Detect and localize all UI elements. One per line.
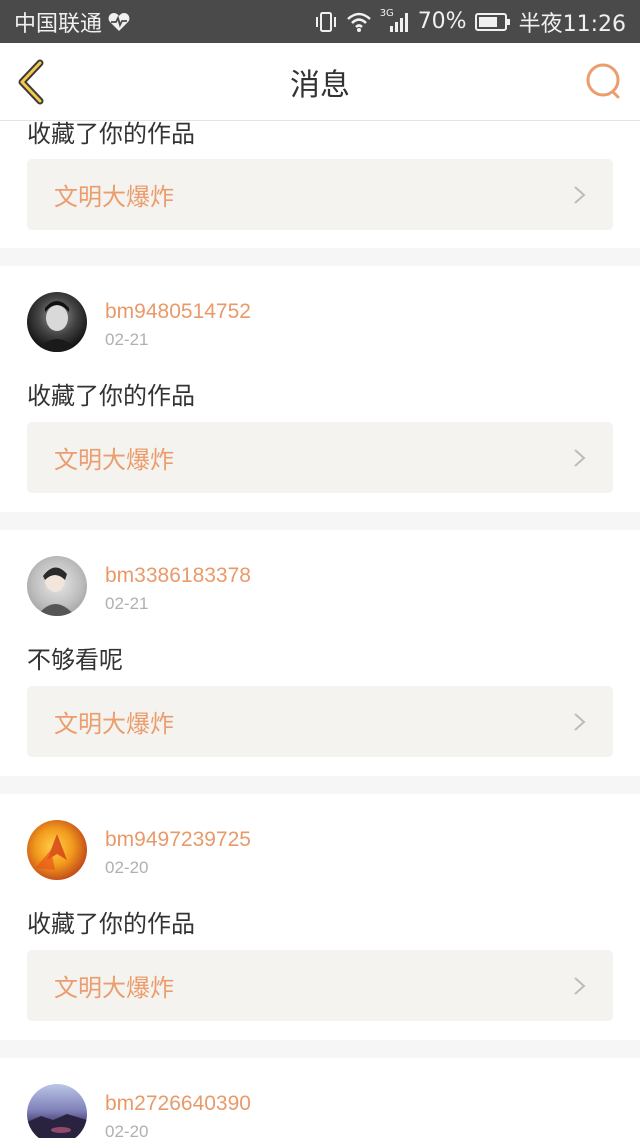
- carrier-label: 中国联通: [14, 11, 103, 37]
- heart-monitor-icon: [108, 12, 130, 31]
- status-bar: 中国联通 3G 70% 半夜11:26: [0, 0, 640, 43]
- username[interactable]: bm2726640390: [105, 1092, 251, 1116]
- avatar[interactable]: [27, 1084, 87, 1138]
- list-item: bm9497239725 02-20 收藏了你的作品 文明大爆炸: [0, 794, 640, 1040]
- list-item: bm3386183378 02-21 不够看呢 文明大爆炸: [0, 530, 640, 776]
- chevron-right-icon: [574, 713, 586, 731]
- work-link[interactable]: 文明大爆炸: [27, 686, 613, 757]
- signal-indicator: 3G: [380, 8, 410, 33]
- chevron-right-icon: [574, 977, 586, 995]
- search-icon: [586, 63, 620, 99]
- clock: 半夜11:26: [518, 11, 626, 37]
- avatar[interactable]: [27, 820, 87, 880]
- username[interactable]: bm9497239725: [105, 828, 251, 852]
- chevron-right-icon: [574, 449, 586, 467]
- work-link[interactable]: 文明大爆炸: [27, 422, 613, 493]
- avatar-image: [35, 834, 67, 870]
- list-item: bm2726640390 02-20: [0, 1058, 640, 1138]
- timestamp: 02-21: [105, 330, 149, 349]
- timestamp: 02-20: [105, 1122, 149, 1138]
- message-text: 收藏了你的作品: [27, 910, 195, 938]
- list-item: bm9480514752 02-21 收藏了你的作品 文明大爆炸: [0, 266, 640, 512]
- message-text: 不够看呢: [27, 646, 123, 674]
- timestamp: 02-21: [105, 594, 149, 613]
- wifi-icon: [346, 12, 371, 32]
- message-text: 收藏了你的作品: [27, 121, 195, 148]
- avatar[interactable]: [27, 556, 87, 616]
- username[interactable]: bm9480514752: [105, 300, 251, 324]
- status-bar-right: 3G 70% 半夜11:26: [314, 6, 626, 38]
- signal-icon: [389, 12, 408, 32]
- work-title: 文明大爆炸: [54, 446, 174, 474]
- chevron-right-icon: [574, 186, 586, 204]
- work-title: 文明大爆炸: [54, 974, 174, 1002]
- header-bar: 消息: [0, 43, 640, 121]
- avatar-image: [27, 1114, 87, 1138]
- avatar-image: [35, 301, 79, 352]
- search-button[interactable]: [584, 61, 624, 101]
- work-title: 文明大爆炸: [54, 183, 174, 211]
- message-text: 收藏了你的作品: [27, 382, 195, 410]
- status-bar-left: 中国联通: [14, 6, 130, 38]
- timestamp: 02-20: [105, 858, 149, 877]
- list-item: 收藏了你的作品 文明大爆炸: [0, 121, 640, 248]
- battery-percent: 70%: [417, 9, 467, 34]
- back-button[interactable]: [14, 57, 60, 107]
- vibrate-icon: [315, 11, 336, 32]
- avatar[interactable]: [27, 292, 87, 352]
- chevron-left-icon: [18, 59, 44, 105]
- work-title: 文明大爆炸: [54, 710, 174, 738]
- username[interactable]: bm3386183378: [105, 564, 251, 588]
- message-list[interactable]: 收藏了你的作品 文明大爆炸 bm9480514752 02-21 收藏了你的作品…: [0, 121, 640, 1138]
- work-link[interactable]: 文明大爆炸: [27, 950, 613, 1021]
- battery-icon: [474, 12, 510, 31]
- work-link[interactable]: 文明大爆炸: [27, 159, 613, 230]
- page-title: 消息: [290, 67, 350, 103]
- avatar-image: [37, 567, 75, 616]
